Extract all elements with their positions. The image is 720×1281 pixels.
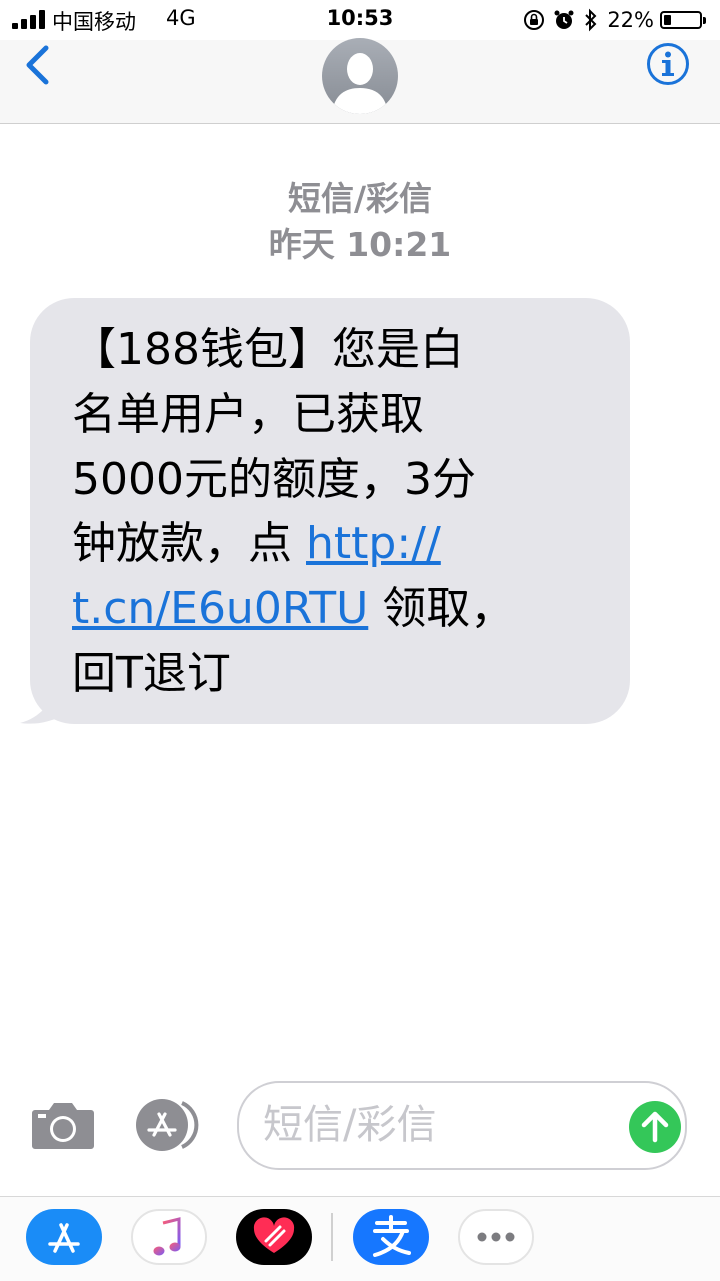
battery-cap <box>703 16 706 24</box>
camera-icon[interactable] <box>31 1100 95 1150</box>
battery-level-fill <box>664 15 671 25</box>
battery-icon <box>660 11 702 29</box>
drawer-alipay-button[interactable] <box>353 1209 429 1265</box>
send-arrow-icon <box>641 1111 669 1143</box>
status-bar: 中国移动 4G 10:53 22% <box>0 0 720 40</box>
message-timestamp: 昨天 10:21 <box>268 225 452 264</box>
message-input[interactable] <box>263 1097 613 1153</box>
more-icon <box>477 1232 515 1242</box>
alipay-icon <box>373 1215 411 1257</box>
drawer-digital-touch-button[interactable] <box>236 1209 312 1265</box>
orientation-lock-icon <box>524 10 545 30</box>
imessage-app-drawer <box>0 1196 720 1281</box>
send-button[interactable] <box>629 1101 681 1153</box>
app-store-icon[interactable] <box>132 1099 202 1151</box>
status-right-group: 22% <box>523 6 706 34</box>
person-silhouette-icon <box>332 53 388 114</box>
app-store-icon <box>48 1223 80 1253</box>
drawer-more-button[interactable] <box>458 1209 534 1265</box>
drawer-divider <box>331 1213 333 1261</box>
chevron-left-icon[interactable] <box>22 44 52 86</box>
contact-avatar[interactable] <box>322 38 398 114</box>
music-icon <box>153 1217 181 1256</box>
info-icon[interactable] <box>646 42 690 86</box>
drawer-app-store-button[interactable] <box>26 1209 102 1265</box>
alarm-icon <box>554 10 574 29</box>
message-compose-field[interactable] <box>237 1081 687 1170</box>
bluetooth-icon <box>585 8 597 32</box>
drawer-music-button[interactable] <box>131 1209 207 1265</box>
battery-percent: 22% <box>607 8 654 32</box>
message-text[interactable]: 【188钱包】您是白 名单用户，已获取 5000元的额度，3分 钟放款，点 ht… <box>72 318 592 707</box>
digital-touch-icon <box>253 1217 295 1253</box>
conversation-header <box>0 38 720 124</box>
conversation-type-label: 短信/彩信 <box>287 179 433 218</box>
